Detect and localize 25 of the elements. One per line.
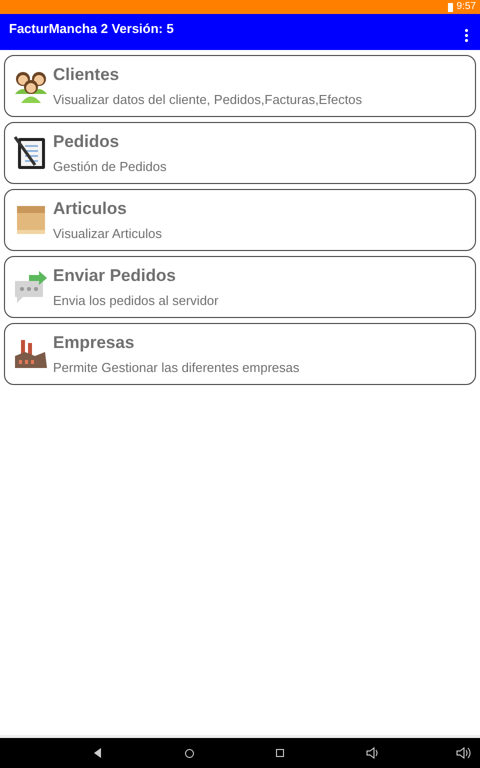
menu-subtitle: Gestión de Pedidos <box>53 158 166 176</box>
menu-subtitle: Visualizar Articulos <box>53 225 162 243</box>
battery-icon <box>448 2 453 12</box>
menu-subtitle: Permite Gestionar las diferentes empresas <box>53 359 300 377</box>
back-icon[interactable] <box>94 748 101 758</box>
menu-card[interactable]: Articulos Visualizar Articulos <box>4 189 476 251</box>
menu-title: Articulos <box>53 198 128 220</box>
home-icon[interactable] <box>185 748 194 758</box>
menu-title: Empresas <box>53 332 136 354</box>
menu-subtitle: Envia los pedidos al servidor <box>53 292 218 310</box>
more-icon[interactable] <box>465 29 468 42</box>
chat-arrow-icon <box>13 269 49 305</box>
menu-title: Pedidos <box>53 131 120 153</box>
recents-icon[interactable] <box>276 749 284 757</box>
menu-subtitle: Visualizar datos del cliente, Pedidos,Facturas,Efectos <box>53 91 362 109</box>
menu-title: Enviar Pedidos <box>53 265 177 287</box>
menu-card[interactable]: Pedidos Gestión de Pedidos <box>4 122 476 184</box>
app-title: FacturMancha 2 Versión: 5 <box>9 20 174 38</box>
volume-icon[interactable] <box>456 747 472 759</box>
menu-card[interactable]: Enviar Pedidos Envia los pedidos al servidor <box>4 256 476 318</box>
menu-card[interactable]: Clientes Visualizar datos del cliente, Pedidos,Facturas,Efectos <box>4 55 476 117</box>
status-time: 9:57 <box>456 2 476 12</box>
volume-icon[interactable] <box>366 747 380 759</box>
menu-card[interactable]: Empresas Permite Gestionar las diferentes empresas <box>4 323 476 385</box>
menu-title: Clientes <box>53 64 120 86</box>
